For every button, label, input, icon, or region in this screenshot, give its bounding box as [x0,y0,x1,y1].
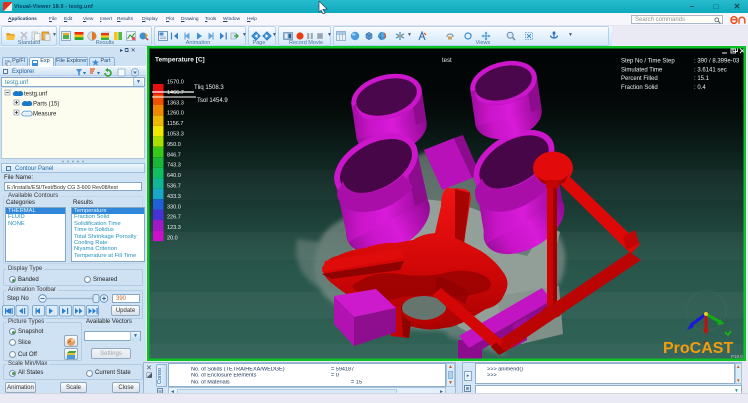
svg-text:1570.0: 1570.0 [167,80,184,86]
svg-text:1260.0: 1260.0 [167,111,184,117]
svg-text:226.7: 226.7 [167,215,181,221]
svg-text:ProCAST: ProCAST [663,340,733,357]
svg-text:950.0: 950.0 [167,142,181,148]
svg-text:: 390 / 8.399e-03: : 390 / 8.399e-03 [694,59,740,65]
svg-text:1466.7: 1466.7 [167,90,184,96]
svg-text:Parts (15): Parts (15) [33,102,59,108]
svg-text:1053.3: 1053.3 [167,132,184,138]
svg-text:: 3.6141 sec: : 3.6141 sec [694,67,727,73]
svg-text:: 0.4: : 0.4 [694,85,706,91]
svg-text:Tsol 1454.9: Tsol 1454.9 [197,98,228,104]
svg-text:Temperature [C]: Temperature [C] [155,57,205,64]
svg-text:Simulated Time: Simulated Time [621,67,663,73]
svg-text:536.7: 536.7 [167,184,181,190]
svg-text:640.0: 640.0 [167,173,181,179]
svg-text:test: test [442,58,452,64]
svg-text:Fraction Solid: Fraction Solid [621,85,658,91]
svg-text:testg.unf: testg.unf [24,92,47,98]
svg-text:1363.3: 1363.3 [167,100,184,106]
svg-text:123.3: 123.3 [167,225,181,231]
svg-text:743.3: 743.3 [167,163,181,169]
svg-text:20.0: 20.0 [167,236,178,242]
svg-text:P19.0: P19.0 [731,354,743,359]
svg-text:1156.7: 1156.7 [167,121,183,127]
svg-text:Measure: Measure [33,112,57,118]
svg-text:Percent Filled: Percent Filled [621,76,658,82]
svg-text:846.7: 846.7 [167,152,181,158]
svg-text:Step No / Time Step: Step No / Time Step [621,59,675,65]
svg-text:Tliq 1508.3: Tliq 1508.3 [194,85,224,91]
svg-text:330.0: 330.0 [167,204,181,210]
svg-text:433.3: 433.3 [167,194,181,200]
svg-text:: 15.1: : 15.1 [694,76,710,82]
